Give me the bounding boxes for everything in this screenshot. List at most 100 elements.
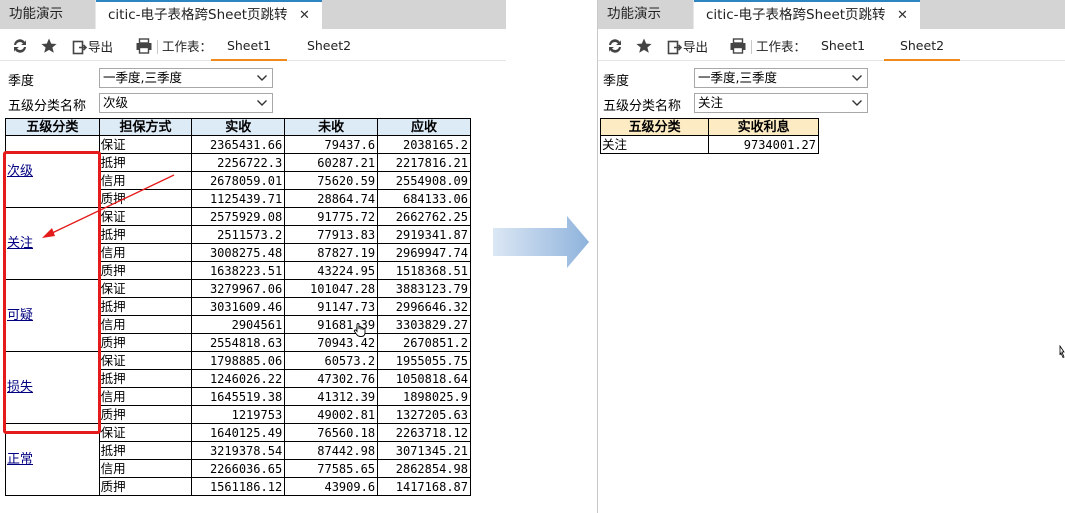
amount-cell: 1050818.64 (377, 369, 471, 388)
amount-cell: 1638223.51 (191, 261, 286, 280)
guarantee-cell: 信用 (98, 171, 193, 190)
print-icon[interactable] (729, 37, 747, 57)
amount-cell: 79437.6 (284, 135, 379, 154)
category-link[interactable]: 正常 (7, 452, 33, 467)
amount-cell: 2263718.12 (377, 423, 471, 442)
guarantee-cell: 信用 (98, 315, 193, 334)
export-label: 导出 (683, 39, 709, 55)
tab-bar: 功能演示 citic-电子表格跨Sheet页跳转 ✕ (598, 0, 1065, 29)
amount-cell: 2554818.63 (191, 333, 286, 352)
guarantee-cell: 保证 (98, 423, 193, 442)
header-cell: 实收利息 (708, 118, 819, 136)
guarantee-cell: 保证 (98, 279, 193, 298)
favorite-star-icon[interactable] (40, 37, 58, 57)
tab-active-report[interactable]: citic-电子表格跨Sheet页跳转 ✕ (694, 0, 920, 29)
worksheet-label: 工作表： (162, 39, 213, 54)
amount-cell: 3883123.79 (377, 279, 471, 298)
tab-active-label: citic-电子表格跨Sheet页跳转 (706, 7, 886, 23)
amount-cell: 60573.2 (284, 351, 379, 370)
amount-cell: 1417168.87 (377, 477, 471, 496)
header-cell: 担保方式 (98, 118, 193, 136)
amount-cell: 91775.72 (284, 207, 379, 226)
worksheet-label: 工作表： (756, 39, 807, 54)
season-label: 季度 (603, 74, 630, 89)
amount-cell: 2919341.87 (377, 225, 471, 244)
class-select-value: 次级 (103, 95, 129, 110)
export-icon (667, 40, 683, 56)
print-icon[interactable] (135, 37, 153, 57)
guarantee-cell: 信用 (98, 459, 193, 478)
amount-cell: 2670851.2 (377, 333, 471, 352)
amount-cell: 60287.21 (284, 153, 379, 172)
amount-cell: 3303829.27 (377, 315, 471, 334)
amount-cell: 87442.98 (284, 441, 379, 460)
amount-cell: 2266036.65 (191, 459, 286, 478)
highlight-annotation-box (3, 151, 101, 434)
guarantee-cell: 抵押 (98, 441, 193, 460)
tab-bar: 功能演示 citic-电子表格跨Sheet页跳转 ✕ (0, 0, 506, 29)
amount-cell: 101047.28 (284, 279, 379, 298)
interest-table: 五级分类 实收利息 关注 9734001.27 (599, 118, 819, 154)
header-cell: 未收 (284, 118, 379, 136)
amount-cell: 2554908.09 (377, 171, 471, 190)
amount-cell: 1246026.22 (191, 369, 286, 388)
chevron-down-icon (852, 100, 862, 106)
amount-cell: 2511573.2 (191, 225, 286, 244)
class-select[interactable]: 关注 (694, 93, 868, 113)
header-cell: 应收 (377, 118, 471, 136)
amount-cell: 2575929.08 (191, 207, 286, 226)
tab-demo[interactable]: 功能演示 (0, 0, 96, 29)
amount-cell: 43909.6 (284, 477, 379, 496)
season-select[interactable]: 一季度,三季度 (99, 68, 273, 88)
sheet-tab-sheet2[interactable]: Sheet2 (884, 33, 960, 61)
table-header-row: 五级分类 实收利息 (599, 118, 819, 136)
guarantee-cell: 质押 (98, 477, 193, 496)
interest-table-body: 关注 9734001.27 (599, 135, 819, 154)
export-button[interactable]: 导出 (72, 37, 113, 57)
amount-cell: 2217816.21 (377, 153, 471, 172)
chevron-down-icon (852, 75, 862, 81)
class-label: 五级分类名称 (603, 99, 682, 114)
report-toolbar: 导出 工作表： Sheet1 Sheet2 (598, 33, 1065, 61)
close-icon[interactable]: ✕ (299, 2, 310, 29)
chevron-down-icon (257, 75, 267, 81)
category-cell: 关注 (599, 135, 710, 154)
close-icon[interactable]: ✕ (897, 2, 908, 29)
guarantee-cell: 信用 (98, 387, 193, 406)
amount-cell: 75620.59 (284, 171, 379, 190)
right-report-panel: 功能演示 citic-电子表格跨Sheet页跳转 ✕ 导出 工作表： Sheet… (597, 0, 1065, 513)
amount-cell: 2678059.01 (191, 171, 286, 190)
season-label: 季度 (8, 74, 35, 89)
amount-cell: 1798885.06 (191, 351, 286, 370)
guarantee-cell: 信用 (98, 243, 193, 262)
guarantee-cell: 质押 (98, 405, 193, 424)
amount-cell: 2365431.66 (191, 135, 286, 154)
guarantee-cell: 保证 (98, 207, 193, 226)
season-select[interactable]: 一季度,三季度 (694, 68, 868, 88)
header-cell: 五级分类 (599, 118, 710, 136)
sheet-tab-sheet2[interactable]: Sheet2 (291, 33, 367, 61)
amount-cell: 87827.19 (284, 243, 379, 262)
table-row: 关注 9734001.27 (599, 135, 819, 154)
class-select-value: 关注 (698, 95, 724, 110)
amount-cell: 77585.65 (284, 459, 379, 478)
transition-arrow-icon (493, 216, 589, 268)
amount-cell: 2038165.2 (377, 135, 471, 154)
table-header-row: 五级分类 担保方式 实收 未收 应收 (5, 118, 471, 136)
refresh-icon[interactable] (606, 37, 624, 57)
export-button[interactable]: 导出 (667, 37, 708, 57)
amount-cell: 1518368.51 (377, 261, 471, 280)
sheet-tab-sheet1[interactable]: Sheet1 (211, 33, 287, 61)
amount-cell: 2662762.25 (377, 207, 471, 226)
header-cell: 实收 (191, 118, 286, 136)
export-label: 导出 (88, 39, 114, 55)
tab-demo[interactable]: 功能演示 (598, 0, 694, 29)
amount-cell: 2996646.32 (377, 297, 471, 316)
tab-active-report[interactable]: citic-电子表格跨Sheet页跳转 ✕ (96, 0, 322, 29)
sheet-tab-sheet1[interactable]: Sheet1 (805, 33, 881, 61)
refresh-icon[interactable] (11, 37, 29, 57)
class-select[interactable]: 次级 (99, 93, 273, 113)
amount-cell: 1955055.75 (377, 351, 471, 370)
header-cell: 五级分类 (5, 118, 100, 136)
favorite-star-icon[interactable] (635, 37, 653, 57)
